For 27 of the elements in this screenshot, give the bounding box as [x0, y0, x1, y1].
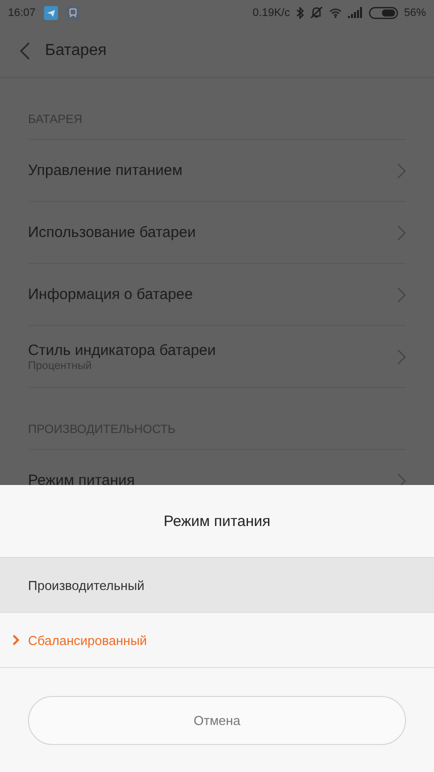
- chevron-icon: [397, 286, 406, 302]
- signal-icon: [348, 7, 363, 18]
- row-label: Управление питанием: [28, 162, 184, 179]
- chevron-icon: [397, 162, 406, 178]
- page-title: Батарея: [45, 42, 107, 60]
- telegram-icon: [44, 6, 58, 20]
- network-speed: 0.19K/c: [252, 6, 290, 18]
- battery-icon: [368, 6, 398, 18]
- option-row[interactable]: Сбалансированный: [0, 613, 434, 668]
- back-icon[interactable]: [20, 42, 30, 60]
- cancel-button[interactable]: Отмена: [28, 696, 406, 745]
- row-label: Информация о батарее: [28, 286, 194, 303]
- option-row[interactable]: Производительный: [0, 558, 434, 613]
- wifi-icon: [328, 8, 342, 18]
- settings-row[interactable]: Информация о батарее: [28, 264, 406, 326]
- chevron-icon: [12, 634, 20, 646]
- battery-percent: 56%: [404, 6, 426, 18]
- row-label: Стиль индикатора батареи: [28, 342, 217, 358]
- row-label: Использование батареи: [28, 224, 197, 241]
- settings-row[interactable]: Управление питанием: [28, 140, 406, 202]
- chevron-icon: [397, 348, 406, 364]
- chevron-icon: [397, 224, 406, 240]
- clock: 16:07: [8, 6, 36, 18]
- muted-bell-icon: [310, 6, 323, 19]
- bluetooth-icon: [296, 6, 304, 18]
- settings-row[interactable]: Использование батареи: [28, 202, 406, 264]
- app-icon: [66, 6, 80, 20]
